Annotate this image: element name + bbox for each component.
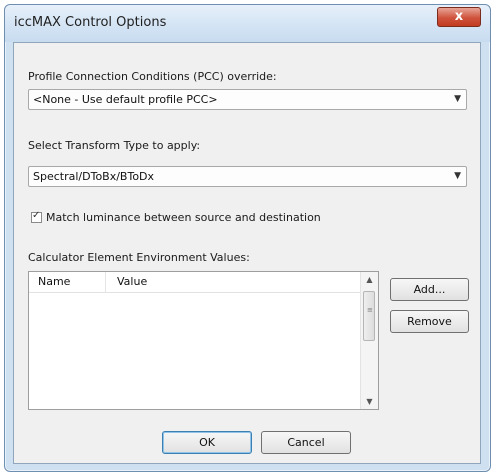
dialog-window: iccMAX Control Options x Profile Connect… [4,4,491,472]
list-header: Name Value [29,272,361,293]
vertical-scrollbar[interactable]: ▲ ≡ ▼ [360,272,378,409]
calculator-label: Calculator Element Environment Values: [28,251,250,264]
add-button[interactable]: Add... [390,278,469,301]
column-divider[interactable] [105,272,106,292]
cancel-button[interactable]: Cancel [261,431,351,454]
transform-selected-value: Spectral/DToBx/BToDx [33,170,155,183]
ok-button[interactable]: OK [162,431,252,454]
transform-dropdown[interactable]: Spectral/DToBx/BToDx ▼ [28,166,467,187]
grip-icon: ≡ [367,306,373,314]
close-icon: x [454,9,464,24]
pcc-label: Profile Connection Conditions (PCC) over… [28,70,277,83]
column-header-name[interactable]: Name [38,275,70,288]
column-header-value[interactable]: Value [117,275,147,288]
match-luminance-label[interactable]: Match luminance between source and desti… [46,211,321,224]
checkmark-icon: ✓ [32,210,41,221]
scroll-up-icon[interactable]: ▲ [361,275,378,284]
title-bar[interactable]: iccMAX Control Options x [5,5,490,42]
remove-button[interactable]: Remove [390,310,469,333]
env-values-list[interactable]: Name Value ▲ ≡ ▼ [28,271,379,410]
pcc-selected-value: <None - Use default profile PCC> [33,93,218,106]
transform-label: Select Transform Type to apply: [28,139,201,152]
close-button[interactable]: x [437,7,481,27]
dialog-body: Profile Connection Conditions (PCC) over… [13,42,481,464]
window-title: iccMAX Control Options [14,15,167,30]
pcc-dropdown[interactable]: <None - Use default profile PCC> ▼ [28,89,467,110]
chevron-down-icon: ▼ [454,171,461,181]
scroll-down-icon[interactable]: ▼ [361,397,378,406]
match-luminance-checkbox[interactable]: ✓ [31,210,42,223]
chevron-down-icon: ▼ [454,94,461,104]
scrollbar-thumb[interactable]: ≡ [363,291,375,341]
